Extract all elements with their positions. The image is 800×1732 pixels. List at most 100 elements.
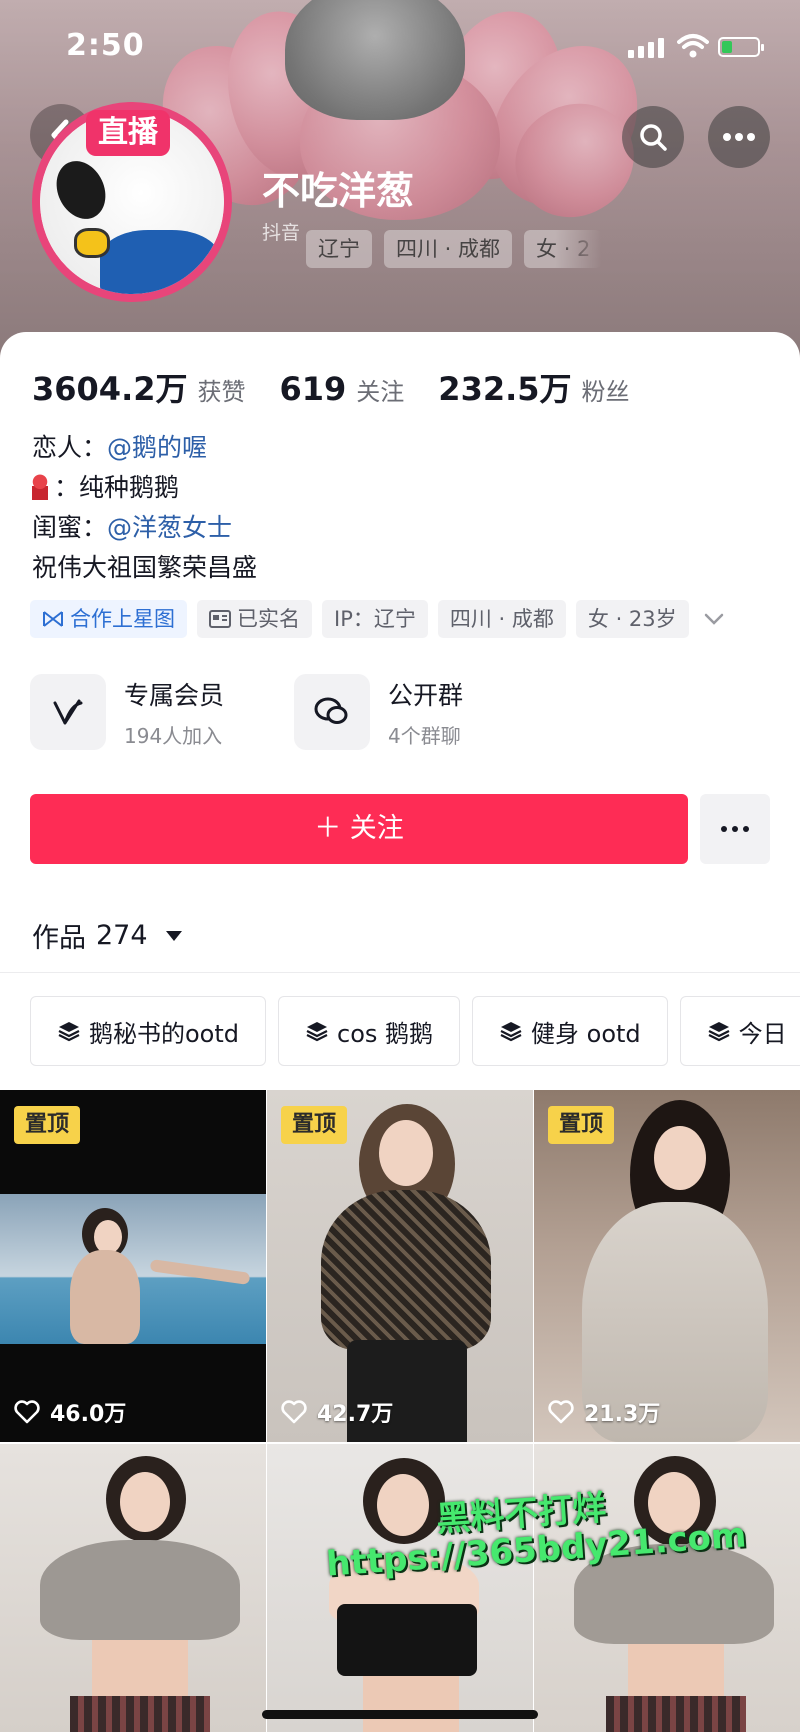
thumbnail-art-part bbox=[654, 1126, 706, 1190]
thumbnail-art-part bbox=[379, 1120, 433, 1186]
mention-link[interactable]: @鹅的喔 bbox=[107, 433, 207, 462]
collection-chip[interactable]: 健身 ootd bbox=[472, 996, 668, 1066]
chip-label: 今日 bbox=[738, 1019, 787, 1048]
pinned-badge: 置顶 bbox=[548, 1106, 614, 1144]
header-tag-location: 四川 · 成都 bbox=[384, 230, 513, 268]
bio-text: 恋人： bbox=[32, 433, 108, 462]
tag-label: 已实名 bbox=[237, 607, 300, 631]
heart-icon bbox=[548, 1400, 574, 1424]
following-label[interactable]: 关注 bbox=[356, 372, 404, 407]
more-dots-icon bbox=[723, 133, 755, 141]
likes-count: 3604.2万 bbox=[32, 370, 188, 408]
likes-label: 获赞 bbox=[197, 378, 246, 406]
layers-icon bbox=[58, 1022, 80, 1042]
avatar-art-part bbox=[74, 228, 110, 258]
star-collab-tag[interactable]: 合作上星图 bbox=[30, 600, 187, 638]
video-thumbnail[interactable]: 置顶 42.7万 bbox=[267, 1090, 533, 1442]
works-tab[interactable]: 作品 274 bbox=[32, 916, 182, 955]
header-tag-ip: 辽宁 bbox=[306, 230, 372, 268]
more-actions-button[interactable] bbox=[700, 794, 770, 864]
avatar-art-part bbox=[47, 153, 115, 227]
video-thumbnail[interactable] bbox=[0, 1444, 266, 1732]
works-count: 274 bbox=[96, 920, 148, 951]
thumbnail-art-part bbox=[377, 1474, 429, 1536]
thumbnail-art-part bbox=[40, 1540, 240, 1640]
more-dots-icon bbox=[721, 826, 749, 832]
ip-tag: IP：辽宁 bbox=[322, 600, 428, 638]
member-count: 194人加入 bbox=[124, 723, 223, 748]
video-thumbnail[interactable]: 置顶 21.3万 bbox=[534, 1090, 800, 1442]
bio-line: 祝伟大祖国繁荣昌盛 bbox=[32, 553, 258, 582]
mention-link[interactable]: @洋葱女士 bbox=[107, 513, 232, 542]
platform-label: 抖音 bbox=[262, 222, 301, 244]
wifi-icon bbox=[677, 34, 709, 58]
avatar-art-part bbox=[100, 230, 220, 294]
ribbon-icon bbox=[32, 474, 48, 500]
header-tags: 辽宁 四川 · 成都 女 · 2 bbox=[306, 230, 603, 268]
chip-label: 鹅秘书的ootd bbox=[89, 1019, 240, 1048]
pinned-badge: 置顶 bbox=[14, 1106, 80, 1144]
thumbnail-art-part bbox=[70, 1696, 210, 1732]
works-label: 作品 bbox=[32, 923, 86, 954]
profile-tags: 合作上星图 已实名 IP：辽宁 四川 · 成都 女 · 23岁 bbox=[30, 600, 725, 638]
verified-tag[interactable]: 已实名 bbox=[197, 600, 312, 638]
member-entry[interactable]: 专属会员 194人加入 bbox=[30, 674, 224, 750]
thumbnail-art-part bbox=[321, 1190, 491, 1350]
profile-username: 不吃洋葱 bbox=[262, 169, 415, 213]
signal-icon bbox=[628, 36, 668, 58]
collection-chip[interactable]: cos 鹅鹅 bbox=[278, 996, 461, 1066]
thumbnail-art-part bbox=[94, 1220, 122, 1254]
thumbnail-art-part bbox=[628, 1644, 724, 1700]
thumbnail-art-part bbox=[70, 1250, 140, 1344]
live-badge[interactable]: 直播 bbox=[86, 110, 170, 156]
bio-line: 恋人：@鹅的喔 bbox=[32, 428, 257, 468]
likes-count: 46.0万 bbox=[50, 1402, 127, 1427]
collection-chip[interactable]: 今日 bbox=[679, 996, 800, 1066]
location-tag: 四川 · 成都 bbox=[437, 600, 566, 638]
profile-stats: 3604.2万 获赞 619 关注 232.5万 粉丝 bbox=[32, 364, 664, 410]
video-thumbnail[interactable]: 置顶 46.0万 bbox=[0, 1090, 266, 1442]
chat-bubbles-icon bbox=[294, 674, 370, 750]
followers-count[interactable]: 232.5万 bbox=[438, 364, 571, 410]
battery-icon bbox=[718, 37, 764, 57]
pinned-badge: 置顶 bbox=[281, 1106, 347, 1144]
layers-icon bbox=[708, 1022, 730, 1042]
status-time: 2:50 bbox=[66, 28, 145, 63]
divider bbox=[0, 972, 800, 973]
thumbnail-art-part bbox=[606, 1696, 746, 1732]
more-options-button[interactable] bbox=[708, 106, 770, 168]
group-chat-entry[interactable]: 公开群 4个群聊 bbox=[294, 674, 463, 750]
star-map-icon bbox=[43, 611, 63, 627]
id-card-icon bbox=[209, 610, 231, 628]
bio-line: 闺蜜：@洋葱女士 bbox=[32, 508, 257, 548]
chevron-down-icon[interactable] bbox=[703, 612, 725, 626]
video-grid: 置顶 46.0万 置顶 42.7万 置顶 21.3万 bbox=[0, 1090, 800, 1732]
collection-chip[interactable]: 鹅秘书的ootd bbox=[30, 996, 267, 1066]
likes-count: 42.7万 bbox=[317, 1402, 394, 1427]
chip-label: cos 鹅鹅 bbox=[337, 1019, 434, 1048]
thumbnail-art-part bbox=[120, 1472, 170, 1532]
thumbnail-art-part bbox=[363, 1676, 459, 1732]
thumbnail-art-part bbox=[337, 1604, 477, 1676]
bio-line: ：纯种鹅鹅 bbox=[32, 468, 257, 508]
chip-label: 健身 ootd bbox=[531, 1019, 641, 1048]
collection-chips: 鹅秘书的ootd cos 鹅鹅 健身 ootd 今日 bbox=[30, 996, 800, 1066]
group-text: 公开群 4个群聊 bbox=[388, 676, 463, 749]
search-button[interactable] bbox=[622, 106, 684, 168]
video-likes: 42.7万 bbox=[281, 1396, 393, 1428]
follow-button[interactable]: ＋ 关注 bbox=[30, 794, 688, 864]
thumbnail-art-part bbox=[92, 1640, 188, 1700]
heart-icon bbox=[281, 1400, 307, 1424]
following-count[interactable]: 619 bbox=[280, 370, 347, 408]
video-likes: 21.3万 bbox=[548, 1396, 660, 1428]
header-tag-gender: 女 · 2 bbox=[524, 230, 603, 268]
heart-icon bbox=[14, 1400, 40, 1424]
group-count: 4个群聊 bbox=[388, 723, 461, 748]
layers-icon bbox=[306, 1022, 328, 1042]
likes-count: 21.3万 bbox=[584, 1402, 661, 1427]
video-likes: 46.0万 bbox=[14, 1396, 126, 1428]
member-text: 专属会员 194人加入 bbox=[124, 676, 224, 749]
member-title: 专属会员 bbox=[124, 680, 225, 710]
followers-label[interactable]: 粉丝 bbox=[582, 372, 630, 407]
home-indicator[interactable] bbox=[262, 1710, 538, 1719]
